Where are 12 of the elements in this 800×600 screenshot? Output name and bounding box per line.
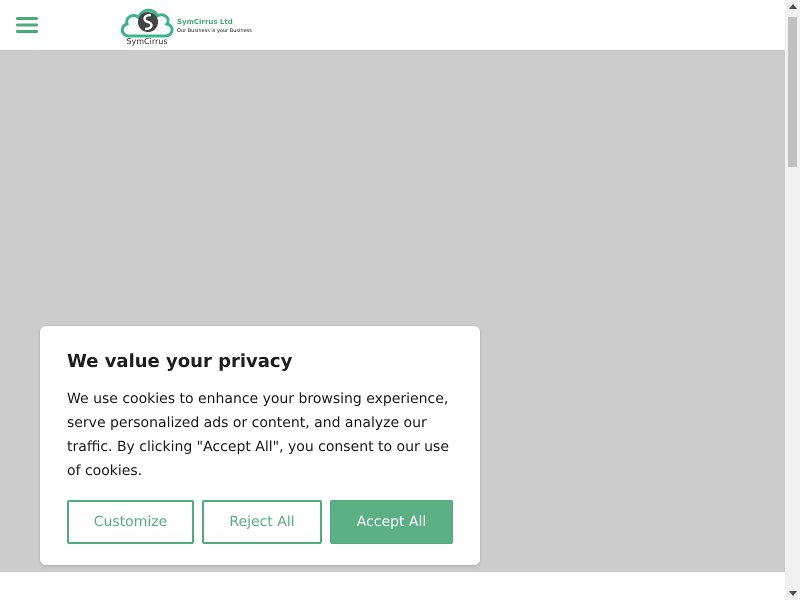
cloud-logo-icon (119, 6, 175, 38)
scroll-thumb[interactable] (788, 17, 797, 167)
scrollbar[interactable] (785, 0, 800, 600)
menu-icon[interactable] (16, 17, 38, 33)
scroll-down-icon[interactable] (788, 591, 796, 596)
cookie-option-button[interactable]: Reject All (202, 500, 322, 544)
logo-caption: SymCirrus (126, 38, 168, 46)
banner-title: We value your privacy (67, 350, 294, 374)
scroll-up-icon[interactable] (788, 4, 796, 9)
banner-message: We use cookies to enhance your browsing experience, serve personalized ads or content, and analyze our traffic. By clicking "Accept All", you consent to our use of cookies. (67, 390, 450, 481)
cookie-option-button[interactable]: Customize (67, 500, 194, 544)
accept-button[interactable]: Accept All (330, 500, 453, 544)
